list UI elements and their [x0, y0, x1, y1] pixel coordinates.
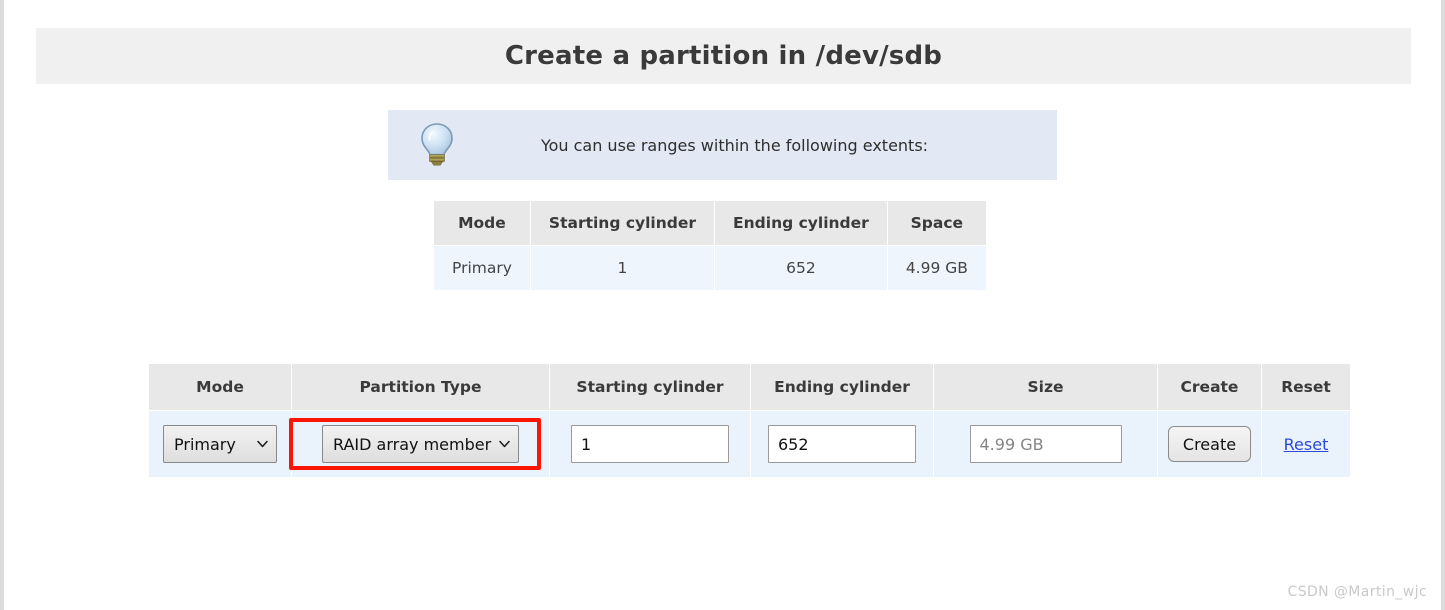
form-table-header-row: Mode Partition Type Starting cylinder En…	[149, 364, 1350, 410]
form-header-ending-cylinder: Ending cylinder	[751, 364, 933, 410]
partition-type-select-wrapper: RAID array memberLinuxLinux swapLVMFAT32…	[322, 425, 519, 463]
size-input[interactable]	[969, 425, 1122, 463]
form-header-partition-type: Partition Type	[292, 364, 549, 410]
mode-select-wrapper: PrimaryExtendedLogical	[163, 425, 277, 463]
form-cell-ending-cylinder	[751, 411, 933, 479]
mode-select[interactable]: PrimaryExtendedLogical	[163, 425, 277, 463]
extents-cell-mode: Primary	[434, 246, 530, 290]
form-cell-create: Create	[1158, 411, 1261, 479]
form-header-mode: Mode	[149, 364, 291, 410]
table-row: PrimaryExtendedLogical RAID array member…	[149, 411, 1350, 479]
extents-header-starting-cylinder: Starting cylinder	[530, 201, 715, 245]
reset-link[interactable]: Reset	[1284, 435, 1329, 454]
hint-banner: You can use ranges within the following …	[388, 110, 1057, 180]
page-title: Create a partition in /dev/sdb	[504, 41, 943, 71]
ending-cylinder-input[interactable]	[768, 425, 916, 463]
table-row: Primary 1 652 4.99 GB	[434, 246, 986, 290]
form-header-reset: Reset	[1262, 364, 1350, 410]
hint-text: You can use ranges within the following …	[540, 135, 929, 155]
watermark: CSDN @Martin_wjc	[1287, 584, 1427, 600]
extents-header-ending-cylinder: Ending cylinder	[715, 201, 887, 245]
extents-table-header-row: Mode Starting cylinder Ending cylinder S…	[434, 201, 986, 245]
form-header-starting-cylinder: Starting cylinder	[550, 364, 750, 410]
form-header-create: Create	[1158, 364, 1261, 410]
form-cell-partition-type: RAID array memberLinuxLinux swapLVMFAT32…	[292, 411, 549, 479]
partition-type-select[interactable]: RAID array memberLinuxLinux swapLVMFAT32…	[322, 425, 519, 463]
page-header-bar: Create a partition in /dev/sdb	[36, 28, 1411, 84]
extents-header-space: Space	[887, 201, 986, 245]
extents-cell-ending-cylinder: 652	[715, 246, 887, 290]
extents-header-mode: Mode	[434, 201, 530, 245]
page-edge-left	[0, 0, 4, 610]
extents-cell-starting-cylinder: 1	[530, 246, 715, 290]
form-cell-size	[934, 411, 1157, 479]
form-cell-reset: Reset	[1262, 411, 1350, 479]
extents-table: Mode Starting cylinder Ending cylinder S…	[433, 200, 987, 291]
extents-cell-space: 4.99 GB	[887, 246, 986, 290]
create-button[interactable]: Create	[1167, 426, 1252, 462]
lightbulb-icon	[388, 122, 486, 168]
form-cell-starting-cylinder	[550, 411, 750, 479]
form-header-size: Size	[934, 364, 1157, 410]
page-edge-right	[1441, 0, 1445, 610]
starting-cylinder-input[interactable]	[571, 425, 729, 463]
form-cell-mode: PrimaryExtendedLogical	[149, 411, 291, 479]
create-partition-form-table: Mode Partition Type Starting cylinder En…	[148, 363, 1351, 480]
